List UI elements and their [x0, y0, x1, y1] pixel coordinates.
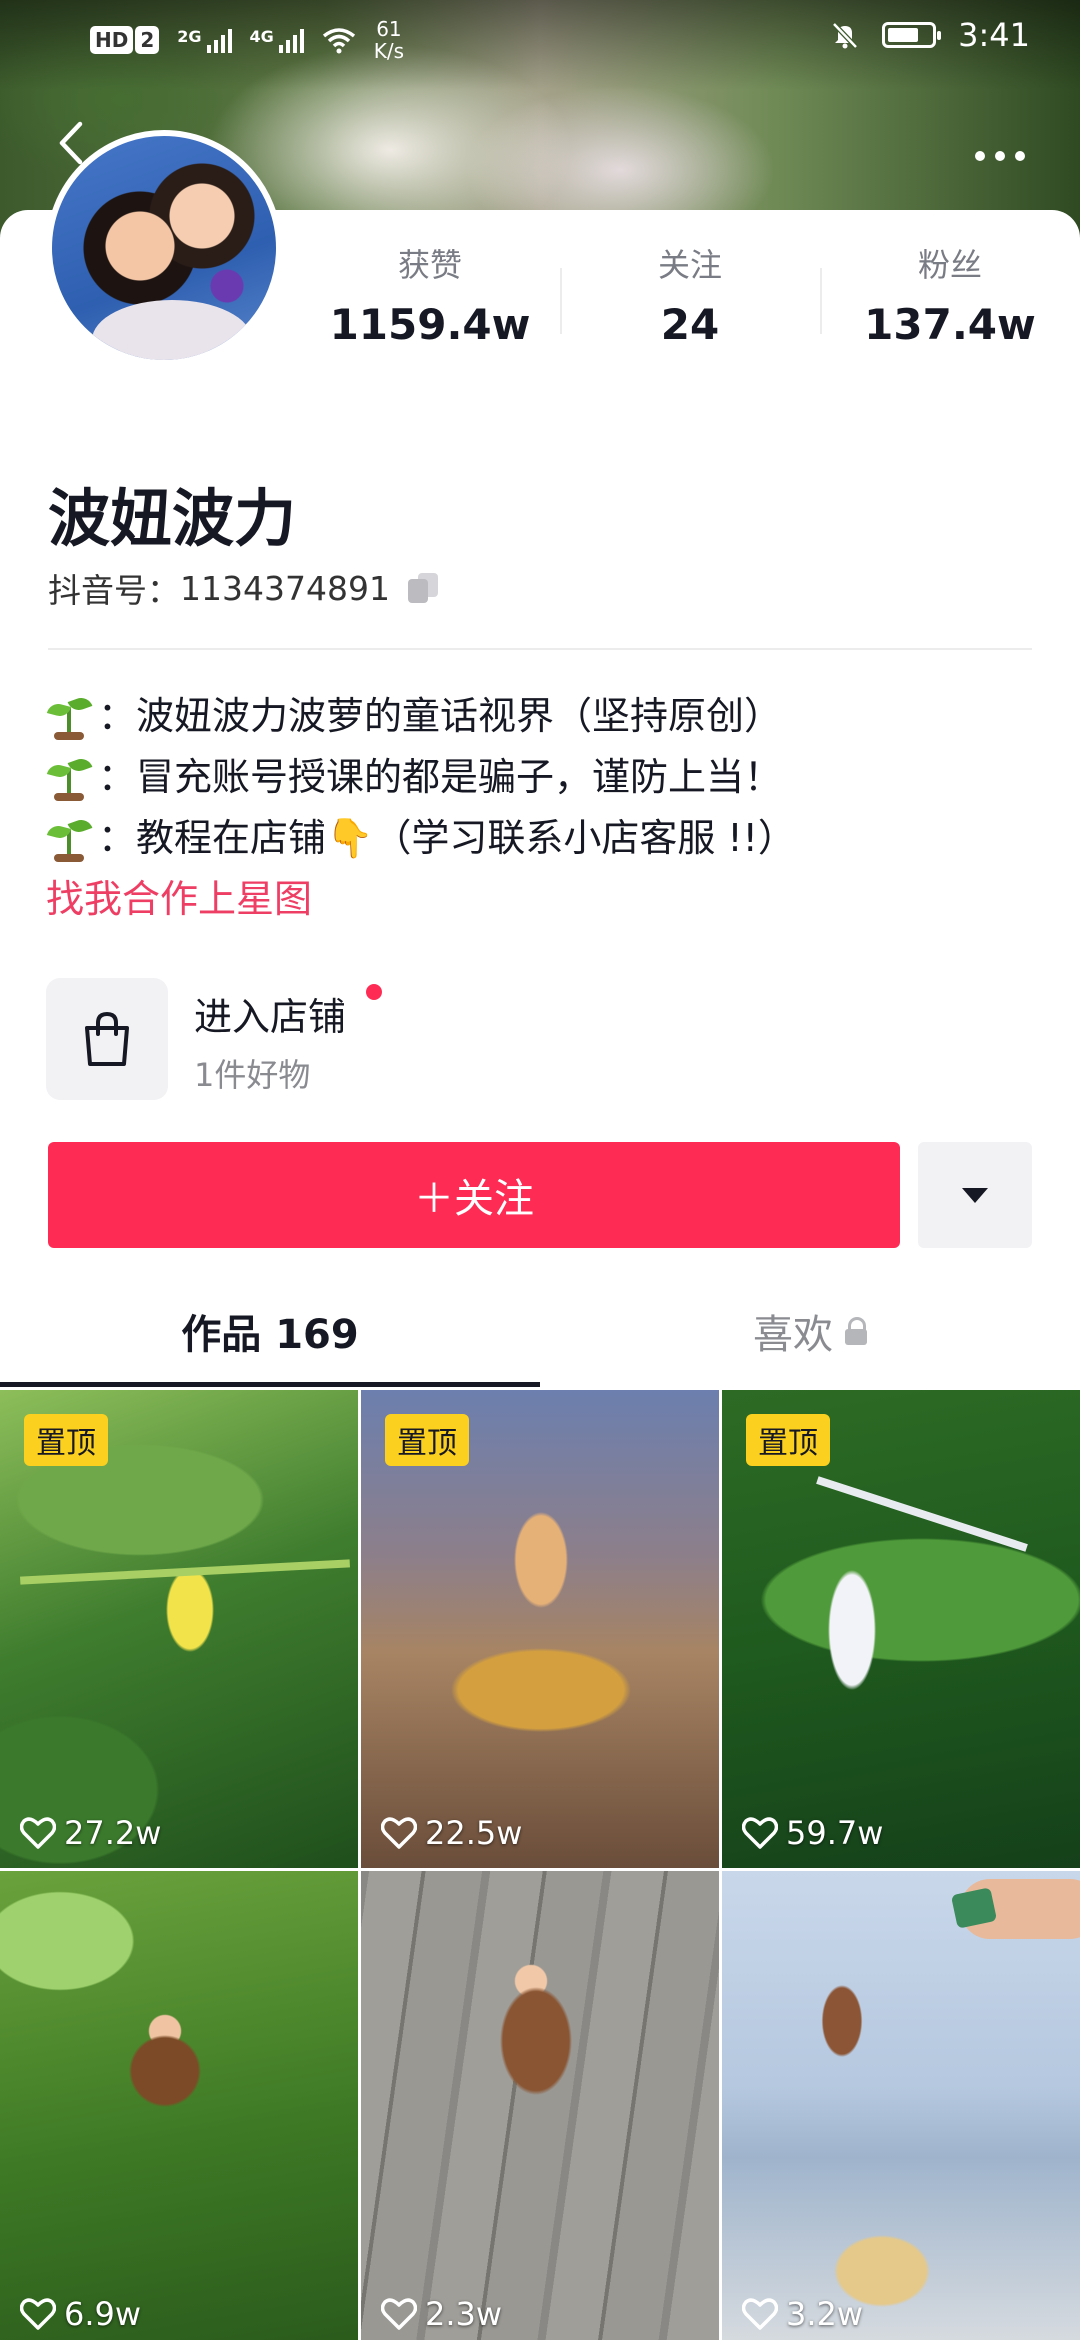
- content-tabs: 作品 169 喜欢: [0, 1278, 1080, 1388]
- signal-icon-sim1: 2G: [177, 27, 232, 53]
- status-left: HD 2 2G 4G 61 K/s: [90, 18, 404, 62]
- heart-icon: [742, 2298, 778, 2330]
- shop-title: 进入店铺: [194, 995, 347, 1039]
- video-thumbnail[interactable]: 置顶 59.7w: [722, 1390, 1080, 1868]
- sprout-icon: [46, 816, 93, 862]
- thumbnail-decoration: [20, 1559, 350, 1585]
- stat-following[interactable]: 关注 24: [560, 240, 820, 360]
- bio-line: ：波妞波力波萝的童话视界（坚持原创）: [46, 686, 1036, 747]
- sprout-icon: [46, 755, 93, 801]
- bio-text: ：波妞波力波萝的童话视界（坚持原创）: [98, 694, 783, 738]
- copy-icon[interactable]: [407, 573, 438, 603]
- like-count-text: 27.2w: [64, 1814, 162, 1852]
- thumbnail-decoration: [816, 1476, 1028, 1552]
- shop-entry[interactable]: 进入店铺 1件好物: [46, 976, 646, 1100]
- battery-icon: [882, 22, 942, 48]
- battery-level: [888, 28, 918, 42]
- lock-icon: [845, 1317, 867, 1345]
- pinned-badge: 置顶: [385, 1414, 469, 1466]
- chevron-left-icon: [59, 121, 83, 165]
- heart-icon: [20, 1817, 56, 1849]
- pinned-badge: 置顶: [746, 1414, 830, 1466]
- stat-label: 关注: [657, 246, 722, 284]
- video-thumbnail[interactable]: 3.2w: [722, 1871, 1080, 2340]
- caret-down-icon: [962, 1187, 988, 1203]
- video-like-count: 27.2w: [20, 1814, 161, 1852]
- tab-works-label: 作品 169: [181, 1312, 359, 1358]
- tab-likes-label: 喜欢: [753, 1312, 833, 1358]
- sprout-icon: [46, 694, 93, 740]
- notification-dot: [366, 984, 382, 1000]
- stat-value: 24: [660, 300, 720, 349]
- profile-bio: ：波妞波力波萝的童话视界（坚持原创） ：冒充账号授课的都是骗子，谨防上当！ ：教…: [46, 686, 1036, 930]
- heart-icon: [742, 1817, 778, 1849]
- video-like-count: 22.5w: [381, 1814, 522, 1852]
- more-dot-icon: [995, 151, 1005, 161]
- video-grid: 置顶 27.2w 置顶 22.5w 置顶 59.7w 6.9w 2.3w 3.2…: [0, 1390, 1080, 2340]
- douyin-id-row: 抖音号： 1134374891: [48, 564, 438, 612]
- bio-text: ：冒充账号授课的都是骗子，谨防上当！: [98, 755, 783, 799]
- video-like-count: 6.9w: [20, 2295, 141, 2333]
- avatar[interactable]: [46, 130, 282, 366]
- network-speed-value: 61: [376, 17, 402, 41]
- shopping-bag-icon: [46, 978, 168, 1100]
- stat-label: 获赞: [397, 246, 462, 284]
- tab-indicator: [0, 1382, 540, 1387]
- like-count-text: 22.5w: [425, 1814, 523, 1852]
- stat-label: 粉丝: [917, 246, 982, 284]
- bio-line: ：冒充账号授课的都是骗子，谨防上当！: [46, 747, 1036, 808]
- status-right: 3:41: [830, 16, 1030, 54]
- more-options-button[interactable]: [960, 136, 1040, 176]
- collaboration-link[interactable]: 找我合作上星图: [46, 869, 1036, 930]
- profile-nickname: 波妞波力: [48, 482, 297, 555]
- video-thumbnail[interactable]: 2.3w: [361, 1871, 719, 2340]
- tab-likes[interactable]: 喜欢: [540, 1278, 1080, 1384]
- status-bar: HD 2 2G 4G 61 K/s 3:41: [0, 0, 1080, 80]
- shop-subtitle: 1件好物: [194, 1056, 311, 1094]
- divider: [48, 648, 1032, 650]
- like-count-text: 2.3w: [425, 2295, 503, 2333]
- network-type-2: 4G: [249, 27, 274, 46]
- video-thumbnail[interactable]: 6.9w: [0, 1871, 358, 2340]
- video-thumbnail[interactable]: 置顶 22.5w: [361, 1390, 719, 1868]
- video-like-count: 59.7w: [742, 1814, 883, 1852]
- video-like-count: 2.3w: [381, 2295, 502, 2333]
- stat-value: 137.4w: [864, 300, 1036, 349]
- douyin-id-label: 抖音号：: [48, 571, 180, 610]
- stat-likes-received[interactable]: 获赞 1159.4w: [300, 240, 560, 360]
- profile-stats: 获赞 1159.4w 关注 24 粉丝 137.4w: [300, 240, 1080, 360]
- heart-icon: [381, 2298, 417, 2330]
- network-type-1: 2G: [177, 27, 202, 46]
- follow-button[interactable]: ＋关注: [48, 1142, 900, 1248]
- recommend-dropdown-button[interactable]: [918, 1142, 1032, 1248]
- video-like-count: 3.2w: [742, 2295, 863, 2333]
- hd-badge: HD 2: [90, 26, 160, 54]
- sim2-label: 2: [135, 26, 160, 54]
- hd-label: HD: [90, 26, 134, 54]
- heart-icon: [381, 1817, 417, 1849]
- pinned-badge: 置顶: [24, 1414, 108, 1466]
- bio-line: ：教程在店铺👇（学习联系小店客服 !!）: [46, 808, 1036, 869]
- profile-page: HD 2 2G 4G 61 K/s 3:41 获赞 1159.4w 关注 24 …: [0, 0, 1080, 2340]
- network-speed: 61 K/s: [374, 18, 404, 62]
- douyin-id-value: 1134374891: [180, 568, 390, 608]
- like-count-text: 59.7w: [786, 1814, 884, 1852]
- avatar-shirt: [92, 300, 252, 360]
- wifi-icon: [322, 28, 355, 54]
- more-dot-icon: [1015, 151, 1025, 161]
- clock: 3:41: [958, 16, 1030, 54]
- stat-followers[interactable]: 粉丝 137.4w: [820, 240, 1080, 360]
- signal-icon-sim2: 4G: [250, 27, 304, 53]
- notifications-off-icon: [832, 22, 858, 49]
- bio-text: ：教程在店铺👇（学习联系小店客服 !!）: [98, 816, 796, 860]
- like-count-text: 3.2w: [786, 2295, 864, 2333]
- more-dot-icon: [975, 151, 985, 161]
- like-count-text: 6.9w: [64, 2295, 142, 2333]
- network-speed-unit: K/s: [373, 39, 405, 63]
- stat-value: 1159.4w: [329, 300, 531, 349]
- video-thumbnail[interactable]: 置顶 27.2w: [0, 1390, 358, 1868]
- heart-icon: [20, 2298, 56, 2330]
- tab-works[interactable]: 作品 169: [0, 1278, 540, 1384]
